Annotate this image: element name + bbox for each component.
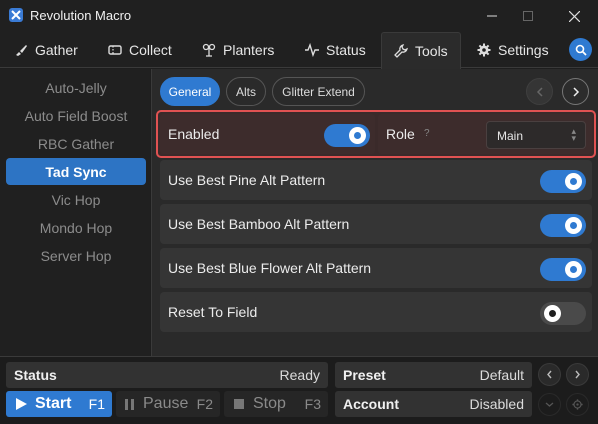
setting-label: Reset To Field <box>168 304 258 320</box>
gear-icon <box>477 43 491 57</box>
next-page-button[interactable] <box>562 78 589 105</box>
blue-flower-alt-toggle[interactable] <box>540 258 586 281</box>
tab-settings-label: Settings <box>498 42 549 58</box>
setting-row-bamboo: Use Best Bamboo Alt Pattern <box>160 204 592 244</box>
preset-cell[interactable]: Preset Default <box>335 362 532 388</box>
status-cell: Status Ready <box>6 362 328 388</box>
preset-next-button[interactable] <box>566 363 589 386</box>
role-select-value: Main <box>497 129 524 143</box>
sidebar-item-rbc-gather[interactable]: RBC Gather <box>6 130 146 157</box>
minimize-button[interactable] <box>478 4 506 28</box>
window-title: Revolution Macro <box>30 8 132 23</box>
setting-row-reset-field: Reset To Field <box>160 292 592 332</box>
main-nav: Gather Collect Planters Status Tools Set… <box>0 32 598 69</box>
stop-button[interactable]: Stop F3 <box>224 391 328 417</box>
start-hotkey: F1 <box>88 396 105 412</box>
subtab-glitter-extend[interactable]: Glitter Extend <box>272 77 365 106</box>
setting-row-pine: Use Best Pine Alt Pattern <box>160 160 592 200</box>
chevron-down-icon <box>545 402 554 407</box>
subtab-general[interactable]: General <box>160 77 220 106</box>
role-setting: Role ? Main ▴ ▾ <box>378 114 592 154</box>
setting-row-blue-flower: Use Best Blue Flower Alt Pattern <box>160 248 592 288</box>
ticket-icon <box>108 45 122 55</box>
account-value: Disabled <box>469 396 524 412</box>
pause-hotkey: F2 <box>196 396 213 412</box>
sidebar-item-auto-jelly[interactable]: Auto-Jelly <box>6 74 146 101</box>
bottom-bar: Status Ready Preset Default Start F1 Pau… <box>0 356 598 424</box>
sidebar: Auto-Jelly Auto Field Boost RBC Gather T… <box>0 69 150 356</box>
tab-planters-label: Planters <box>223 42 275 58</box>
tab-tools-label: Tools <box>415 43 448 59</box>
account-label: Account <box>343 396 399 412</box>
pause-icon <box>125 399 134 410</box>
sprout-icon <box>202 43 216 57</box>
tab-gather-label: Gather <box>35 42 78 58</box>
tab-status[interactable]: Status <box>305 32 366 68</box>
account-dropdown-button[interactable] <box>538 393 561 416</box>
tab-collect-label: Collect <box>129 42 172 58</box>
wrench-icon <box>394 44 408 58</box>
sidebar-item-server-hop[interactable]: Server Hop <box>6 242 146 269</box>
account-cell[interactable]: Account Disabled <box>335 391 532 417</box>
preset-prev-button[interactable] <box>538 363 561 386</box>
sidebar-item-auto-field-boost[interactable]: Auto Field Boost <box>6 102 146 129</box>
stop-hotkey: F3 <box>304 396 321 412</box>
stop-label: Stop <box>253 395 286 412</box>
tab-tools[interactable]: Tools <box>381 32 461 69</box>
enabled-role-group: Enabled Role ? Main ▴ ▾ <box>156 110 596 158</box>
prev-page-button[interactable] <box>526 78 553 105</box>
enabled-toggle[interactable] <box>324 124 370 147</box>
role-select[interactable]: Main ▴ ▾ <box>486 121 586 149</box>
chevron-right-icon <box>572 86 579 97</box>
tab-gather[interactable]: Gather <box>14 32 78 68</box>
start-label: Start <box>35 395 72 412</box>
start-button[interactable]: Start F1 <box>6 391 112 417</box>
pulse-icon <box>305 43 319 57</box>
maximize-button[interactable] <box>514 4 542 28</box>
role-label: Role <box>386 126 415 142</box>
tab-status-label: Status <box>326 42 366 58</box>
status-value: Ready <box>279 367 320 383</box>
search-icon <box>575 44 587 56</box>
title-bar: Revolution Macro <box>0 0 598 32</box>
pause-button[interactable]: Pause F2 <box>116 391 220 417</box>
stop-icon <box>234 399 244 409</box>
sidebar-item-vic-hop[interactable]: Vic Hop <box>6 186 146 213</box>
close-button[interactable] <box>560 4 588 28</box>
chevron-right-icon <box>575 370 580 379</box>
chevron-left-icon <box>536 86 543 97</box>
subtab-alts[interactable]: Alts <box>226 77 266 106</box>
account-settings-button[interactable] <box>566 393 589 416</box>
enabled-setting: Enabled <box>160 114 375 154</box>
brush-icon <box>16 45 27 56</box>
sidebar-item-tad-sync[interactable]: Tad Sync <box>6 158 146 185</box>
tab-planters[interactable]: Planters <box>202 32 274 68</box>
preset-label: Preset <box>343 367 386 383</box>
gear-icon <box>572 399 583 410</box>
setting-label: Use Best Pine Alt Pattern <box>168 172 326 188</box>
search-button[interactable] <box>569 38 592 61</box>
tab-collect[interactable]: Collect <box>108 32 172 68</box>
pine-alt-toggle[interactable] <box>540 170 586 193</box>
bamboo-alt-toggle[interactable] <box>540 214 586 237</box>
chevron-updown-icon: ▴ ▾ <box>571 126 576 143</box>
play-icon <box>16 398 27 410</box>
status-label: Status <box>14 367 57 383</box>
reset-to-field-toggle[interactable] <box>540 302 586 325</box>
setting-label: Use Best Blue Flower Alt Pattern <box>168 260 372 276</box>
setting-label: Use Best Bamboo Alt Pattern <box>168 216 350 232</box>
help-icon[interactable]: ? <box>424 128 430 139</box>
enabled-label: Enabled <box>168 126 220 142</box>
tad-sync-panel: General Alts Glitter Extend Enabled Role… <box>151 69 598 356</box>
app-logo-icon <box>9 8 23 22</box>
preset-value: Default <box>479 367 524 383</box>
sidebar-item-mondo-hop[interactable]: Mondo Hop <box>6 214 146 241</box>
chevron-left-icon <box>547 370 552 379</box>
tab-settings[interactable]: Settings <box>477 32 549 68</box>
pause-label: Pause <box>143 395 189 412</box>
